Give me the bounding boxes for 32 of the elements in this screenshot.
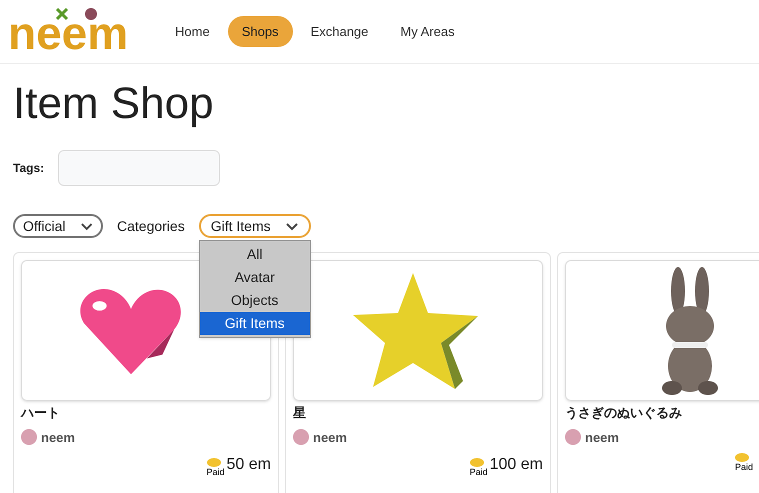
tags-label: Tags: xyxy=(13,160,44,177)
coin-icon xyxy=(735,453,749,462)
item-price: 50 em xyxy=(226,455,271,475)
logo-mark-icon xyxy=(56,8,98,22)
nav-link[interactable]: My Areas xyxy=(386,16,469,48)
category-select[interactable]: Gift Items xyxy=(198,214,311,238)
nav-link[interactable]: Exchange xyxy=(296,16,382,48)
nav-link[interactable]: Home xyxy=(161,16,224,48)
paid-label: Paid xyxy=(735,463,754,472)
item-price: 100 em xyxy=(490,455,543,475)
item-card[interactable]: うさぎのぬいぐるみ neem Paid xyxy=(557,252,759,493)
paid-label: Paid xyxy=(470,468,488,477)
coin-icon xyxy=(470,458,484,467)
avatar-icon xyxy=(293,429,309,446)
paid-label: Paid xyxy=(206,468,225,477)
item-name: うさぎのぬいぐるみ xyxy=(565,405,683,423)
item-name: 星 xyxy=(293,405,307,423)
creator-name: neem xyxy=(313,428,347,446)
page-title: Item Shop xyxy=(13,82,215,126)
chevron-down-icon xyxy=(284,222,299,230)
dropdown-option[interactable]: Gift Items xyxy=(200,312,310,335)
item-name: ハート xyxy=(21,405,61,423)
nav-link[interactable]: Shops xyxy=(228,16,293,48)
chevron-down-icon xyxy=(80,222,93,230)
categories-label: Categories xyxy=(117,216,185,236)
tags-input-field[interactable] xyxy=(58,150,220,186)
creator-name: neem xyxy=(41,428,75,446)
source-select[interactable]: Official xyxy=(13,214,103,238)
creator-name: neem xyxy=(585,428,619,446)
coin-icon xyxy=(206,458,221,467)
avatar-icon xyxy=(565,429,581,446)
avatar-icon xyxy=(21,429,37,446)
